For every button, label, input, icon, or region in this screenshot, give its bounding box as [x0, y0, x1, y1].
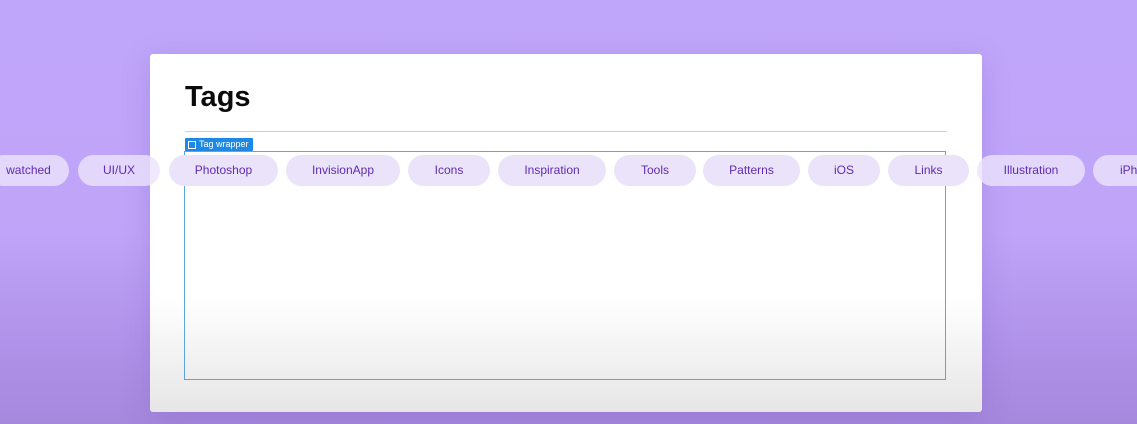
tag-inspiration[interactable]: Inspiration: [498, 155, 606, 186]
tag-ios[interactable]: iOS: [808, 155, 880, 186]
selection-label[interactable]: Tag wrapper: [185, 138, 253, 151]
tag-watched[interactable]: watched: [0, 155, 69, 186]
divider: [185, 131, 947, 132]
tag-patterns[interactable]: Patterns: [703, 155, 800, 186]
tag-links[interactable]: Links: [888, 155, 969, 186]
tag-invisionapp[interactable]: InvisionApp: [286, 155, 400, 186]
tag-row: watched UI/UX Photoshop InvisionApp Icon…: [0, 155, 1137, 186]
frame-icon: [188, 140, 196, 149]
tag-iphone[interactable]: iPh: [1093, 155, 1137, 186]
selection-label-text: Tag wrapper: [199, 139, 249, 149]
tag-illustration[interactable]: Illustration: [977, 155, 1085, 186]
tag-photoshop[interactable]: Photoshop: [169, 155, 278, 186]
tag-tools[interactable]: Tools: [614, 155, 696, 186]
tag-icons[interactable]: Icons: [408, 155, 490, 186]
tags-card: Tags Tag wrapper: [150, 54, 982, 412]
page-title: Tags: [185, 81, 251, 113]
tag-ui-ux[interactable]: UI/UX: [78, 155, 160, 186]
